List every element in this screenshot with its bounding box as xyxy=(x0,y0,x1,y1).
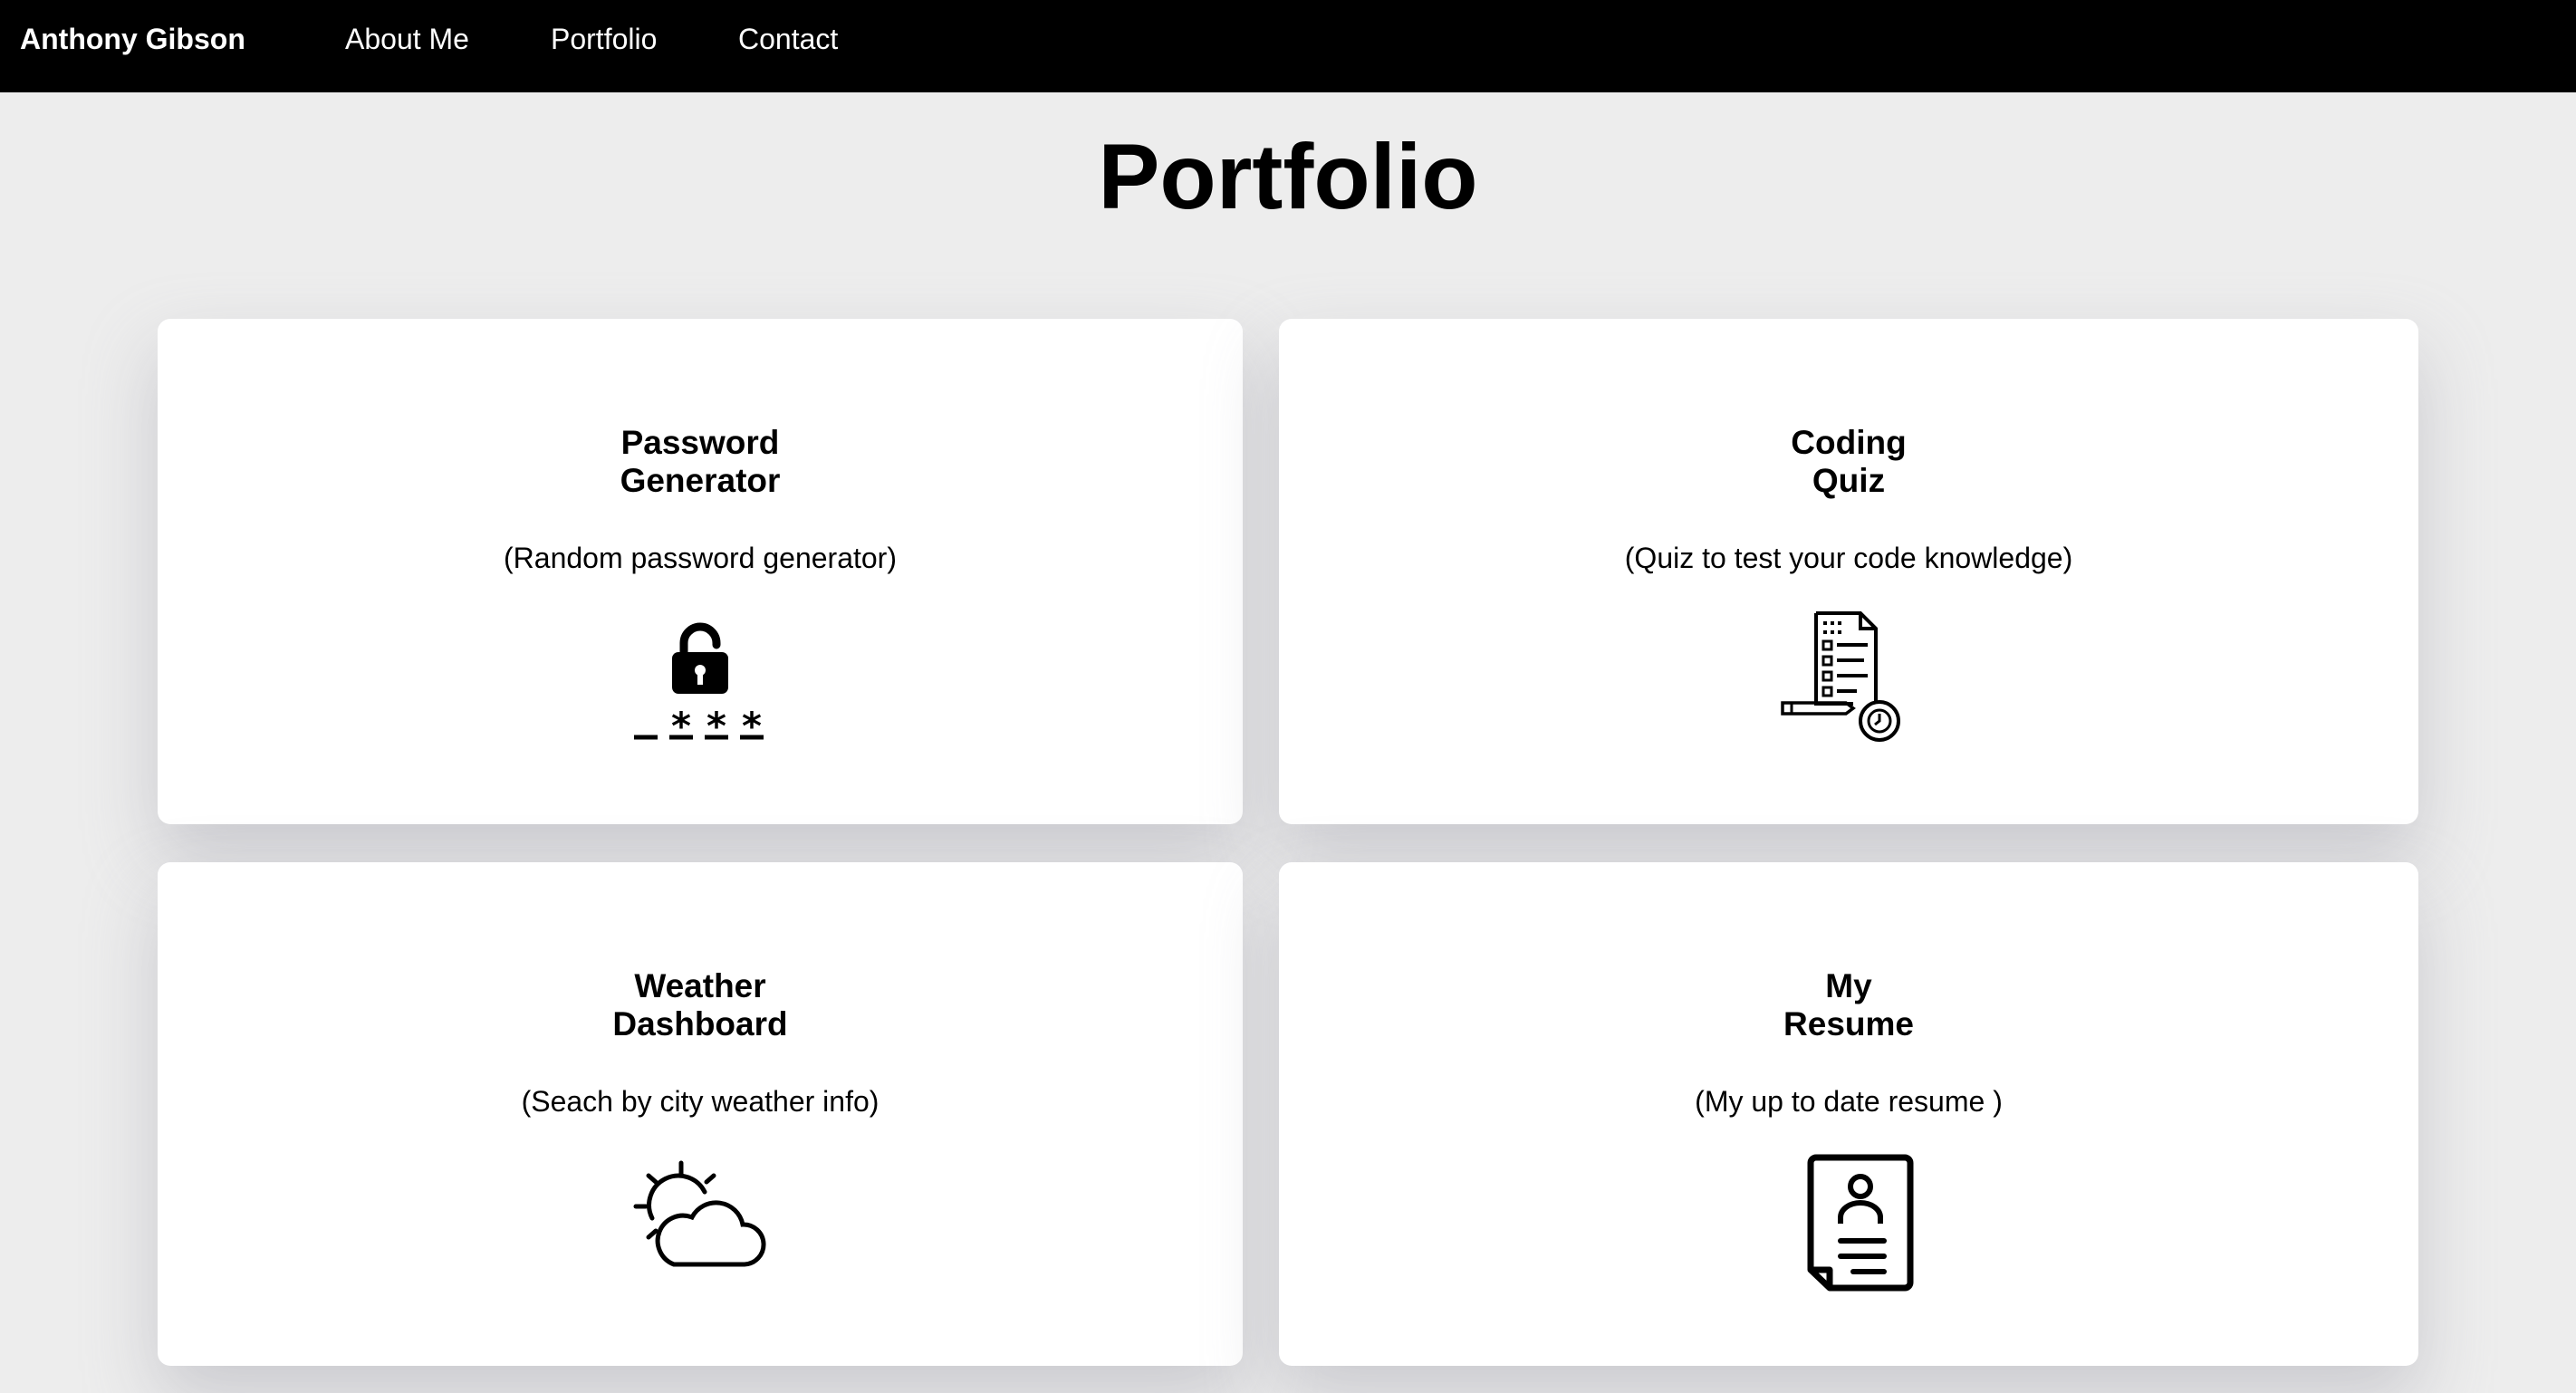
svg-text:*: * xyxy=(742,704,762,746)
project-card-password-generator[interactable]: Password Generator (Random password gene… xyxy=(158,319,1243,824)
nav-link-about-me[interactable]: About Me xyxy=(345,18,469,60)
password-lock-icon: * * * xyxy=(634,622,764,746)
project-card-coding-quiz[interactable]: Coding Quiz (Quiz to test your code know… xyxy=(1279,319,2418,824)
card-title: My Resume xyxy=(1783,967,1914,1042)
card-title: Coding Quiz xyxy=(1791,424,1907,499)
card-title: Password Generator xyxy=(620,424,781,499)
svg-text:*: * xyxy=(706,704,726,746)
card-description: (Quiz to test your code knowledge) xyxy=(1624,542,2073,574)
resume-document-icon xyxy=(1807,1154,1914,1292)
quiz-document-icon xyxy=(1781,611,1900,742)
card-description: (My up to date resume ) xyxy=(1695,1085,2003,1118)
top-navbar: Anthony Gibson About Me Portfolio Contac… xyxy=(0,0,2576,92)
card-title: Weather Dashboard xyxy=(612,967,788,1042)
brand-link[interactable]: Anthony Gibson xyxy=(20,18,245,60)
nav-link-contact[interactable]: Contact xyxy=(738,18,838,60)
sun-cloud-icon xyxy=(633,1160,766,1267)
svg-text:*: * xyxy=(671,704,691,746)
card-description: (Random password generator) xyxy=(504,542,897,574)
page-title: Portfolio xyxy=(1098,125,1478,228)
nav-link-portfolio[interactable]: Portfolio xyxy=(551,18,657,60)
card-description: (Seach by city weather info) xyxy=(521,1085,879,1118)
project-card-my-resume[interactable]: My Resume (My up to date resume ) xyxy=(1279,862,2418,1366)
project-card-weather-dashboard[interactable]: Weather Dashboard (Seach by city weather… xyxy=(158,862,1243,1366)
